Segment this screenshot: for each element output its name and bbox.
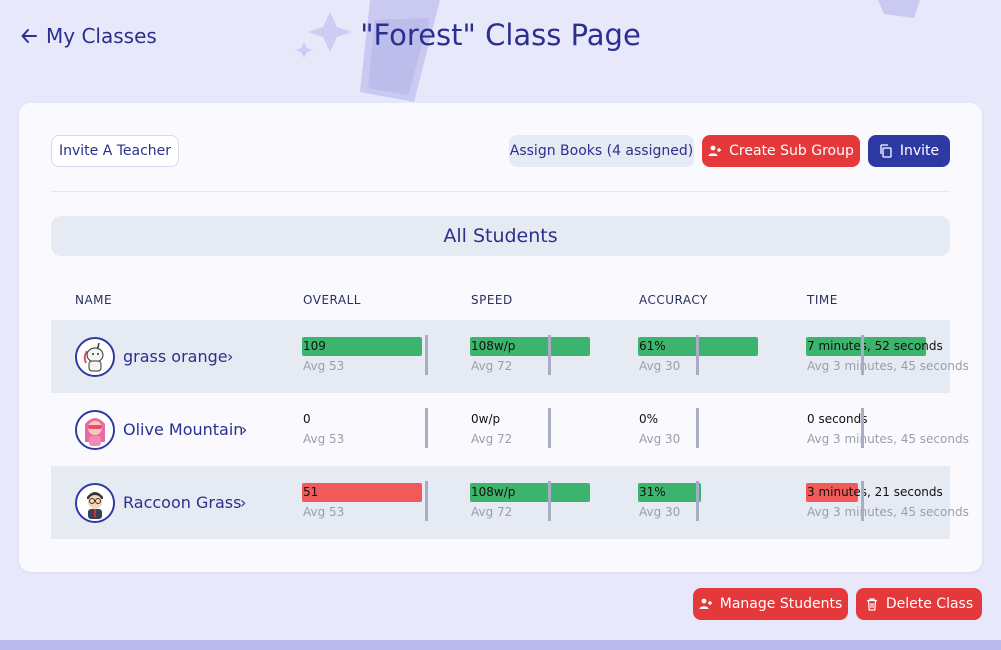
unicorn-avatar-icon — [77, 339, 113, 375]
accuracy-value: 0% — [639, 412, 659, 426]
overall-value: 0 — [303, 412, 311, 426]
time-value: 3 minutes, 21 seconds — [807, 485, 943, 499]
invite-button[interactable]: Invite — [868, 135, 950, 167]
speed-value: 0w/p — [471, 412, 501, 426]
manage-students-label: Manage Students — [719, 596, 843, 612]
add-user-icon — [708, 145, 722, 156]
average-marker — [861, 408, 864, 448]
time-average: Avg 3 minutes, 45 seconds — [807, 432, 969, 446]
average-marker — [548, 335, 551, 375]
bottom-strip — [0, 640, 1001, 650]
speed-value: 108w/p — [471, 339, 516, 353]
column-header-overall: OVERALL — [303, 293, 361, 307]
glasses-avatar-icon — [77, 485, 113, 521]
chevron-right-icon[interactable]: › — [241, 420, 247, 439]
divider — [51, 191, 950, 192]
average-marker — [425, 408, 428, 448]
manage-students-button[interactable]: Manage Students — [693, 588, 848, 620]
overall-average: Avg 53 — [303, 505, 345, 519]
overall-bar — [302, 483, 422, 502]
book-decoration — [295, 0, 440, 102]
overall-value: 51 — [303, 485, 319, 499]
all-students-header: All Students — [51, 216, 950, 256]
class-card: Invite A Teacher Assign Books (4 assigne… — [19, 103, 982, 572]
student-row[interactable]: Raccoon Grass › 51 Avg 53 108w/p Avg 72 … — [51, 466, 969, 539]
average-marker — [696, 481, 699, 521]
accuracy-value: 61% — [639, 339, 666, 353]
copy-icon — [880, 144, 892, 158]
invite-label: Invite — [899, 143, 940, 159]
column-header-accuracy: ACCURACY — [639, 293, 708, 307]
time-average: Avg 3 minutes, 45 seconds — [807, 505, 969, 519]
page-title: "Forest" Class Page — [360, 18, 641, 52]
invite-teacher-label: Invite A Teacher — [58, 143, 172, 159]
delete-class-label: Delete Class — [885, 596, 974, 612]
average-marker — [696, 335, 699, 375]
student-name[interactable]: Olive Mountain — [123, 420, 243, 439]
assign-books-label: Assign Books (4 assigned) — [509, 143, 694, 159]
assign-books-button[interactable]: Assign Books (4 assigned) — [509, 135, 694, 167]
average-marker — [861, 335, 864, 375]
overall-average: Avg 53 — [303, 432, 345, 446]
speed-average: Avg 72 — [471, 505, 513, 519]
chevron-right-icon[interactable]: › — [227, 347, 233, 366]
student-name[interactable]: Raccoon Grass — [123, 493, 241, 512]
avatar — [75, 337, 115, 377]
overall-average: Avg 53 — [303, 359, 345, 373]
student-row[interactable]: grass orange › 109 Avg 53 108w/p Avg 72 … — [51, 320, 969, 393]
accuracy-value: 31% — [639, 485, 666, 499]
speed-value: 108w/p — [471, 485, 516, 499]
overall-value: 109 — [303, 339, 326, 353]
column-header-name: NAME — [75, 293, 113, 307]
users-icon — [699, 598, 712, 609]
average-marker — [548, 481, 551, 521]
time-average: Avg 3 minutes, 45 seconds — [807, 359, 969, 373]
student-name[interactable]: grass orange — [123, 347, 228, 366]
time-value: 7 minutes, 52 seconds — [807, 339, 943, 353]
pink-hair-avatar-icon — [77, 412, 113, 448]
average-marker — [696, 408, 699, 448]
time-value: 0 seconds — [807, 412, 868, 426]
create-sub-group-label: Create Sub Group — [729, 143, 854, 159]
average-marker — [425, 481, 428, 521]
avatar — [75, 410, 115, 450]
accuracy-average: Avg 30 — [639, 505, 681, 519]
section-title: All Students — [443, 225, 558, 247]
trash-icon — [866, 598, 877, 611]
accuracy-average: Avg 30 — [639, 359, 681, 373]
avatar — [75, 483, 115, 523]
average-marker — [861, 481, 864, 521]
delete-class-button[interactable]: Delete Class — [856, 588, 982, 620]
column-header-speed: SPEED — [471, 293, 513, 307]
average-marker — [425, 335, 428, 375]
create-sub-group-button[interactable]: Create Sub Group — [702, 135, 860, 167]
accuracy-average: Avg 30 — [639, 432, 681, 446]
speed-average: Avg 72 — [471, 359, 513, 373]
average-marker — [548, 408, 551, 448]
invite-teacher-button[interactable]: Invite A Teacher — [51, 135, 179, 167]
chevron-right-icon[interactable]: › — [240, 493, 246, 512]
speed-average: Avg 72 — [471, 432, 513, 446]
student-row[interactable]: Olive Mountain › 0 Avg 53 0w/p Avg 72 0%… — [51, 393, 969, 466]
column-header-time: TIME — [807, 293, 838, 307]
